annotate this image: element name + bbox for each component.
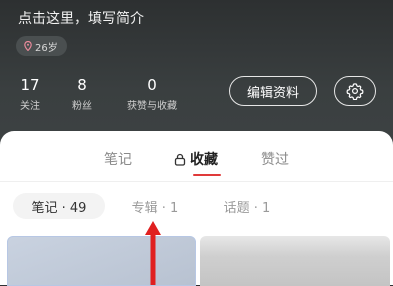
- tab-collections[interactable]: 收藏: [174, 149, 218, 169]
- tab-collections-label: 收藏: [190, 152, 218, 168]
- edit-profile-button[interactable]: 编辑资料: [229, 76, 317, 106]
- stat-likes-count: 0: [147, 76, 157, 94]
- chip-topics[interactable]: 话题 · 1: [212, 193, 282, 219]
- chip-albums[interactable]: 专辑 · 1: [120, 193, 190, 219]
- notes-grid: [7, 236, 390, 286]
- tab-notes[interactable]: 笔记: [104, 149, 132, 169]
- tab-divider: [0, 181, 393, 182]
- age-tag: 26岁: [16, 36, 67, 56]
- chip-notes[interactable]: 笔记 · 49: [13, 193, 105, 219]
- stat-likes[interactable]: 0 获赞与收藏: [120, 76, 184, 113]
- stat-followers[interactable]: 8 粉丝: [68, 76, 96, 113]
- settings-button[interactable]: [334, 76, 376, 106]
- stat-followers-label: 粉丝: [72, 101, 92, 112]
- gear-icon: [346, 83, 364, 100]
- content-panel: 笔记 收藏 赞过 笔记 · 49 专辑 · 1 话题 · 1: [0, 131, 393, 286]
- red-arrow-annotation: [145, 221, 161, 285]
- stat-likes-label: 获赞与收藏: [127, 101, 177, 112]
- bio-prompt[interactable]: 点击这里，填写简介: [18, 8, 144, 28]
- note-card-thumbnail[interactable]: [200, 236, 390, 286]
- tab-liked[interactable]: 赞过: [261, 149, 289, 169]
- stat-followers-count: 8: [77, 76, 87, 94]
- profile-header: 点击这里，填写简介 26岁 17 关注 8 粉丝 0 获赞与收藏 编辑资料: [0, 0, 393, 150]
- stat-following-count: 17: [20, 76, 40, 94]
- stat-following[interactable]: 17 关注: [16, 76, 44, 113]
- note-card-thumbnail[interactable]: [7, 236, 196, 286]
- lock-icon: [174, 153, 186, 166]
- location-pin-icon: [24, 41, 32, 51]
- active-tab-indicator: [193, 174, 221, 176]
- age-text: 26岁: [35, 42, 58, 54]
- stat-following-label: 关注: [20, 101, 40, 112]
